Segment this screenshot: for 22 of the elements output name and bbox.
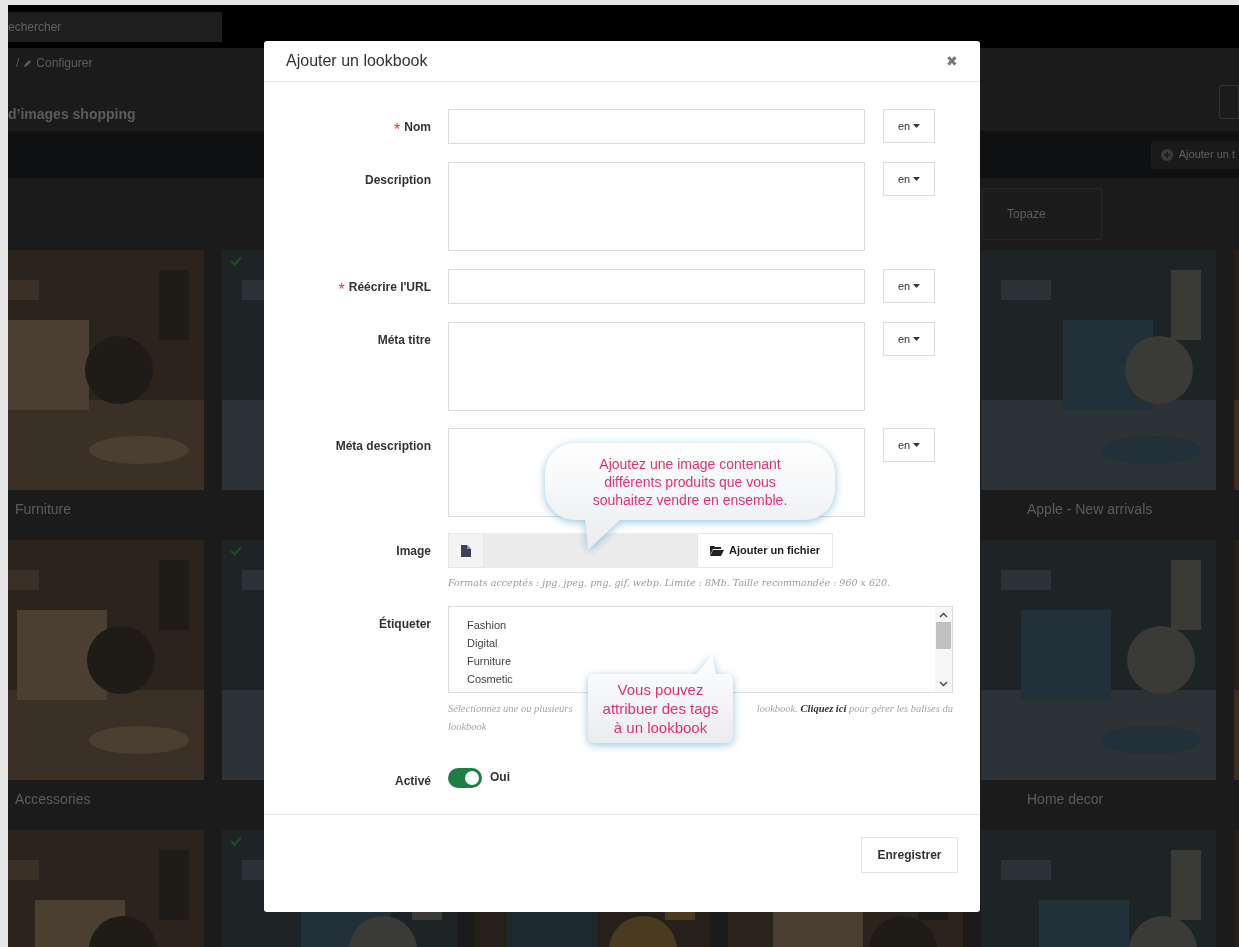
field-label: Description xyxy=(365,172,431,189)
card-title: Furniture xyxy=(14,500,73,519)
breadcrumb-separator: / xyxy=(16,55,20,72)
field-label: Méta titre xyxy=(377,332,431,349)
card-title: Apple - New arrivals xyxy=(1026,500,1154,519)
field-label: Étiqueter xyxy=(379,615,431,634)
field-label: Nom xyxy=(404,119,431,136)
field-label: Méta description xyxy=(335,438,431,455)
page-title: d’images shopping xyxy=(8,105,136,124)
help-text: Formats acceptés : jpg, jpeg, png, gif, webp. Limite : 8Mb. Taille recommandée : 960 x 620. xyxy=(448,576,891,590)
card-title: Accessories xyxy=(14,790,92,809)
required-mark: * xyxy=(338,280,345,300)
field-label: Réécrire l'URL xyxy=(348,279,431,296)
help-text: Sélectionnez une ou plusieurs xyxy=(448,702,573,717)
modal-title: Ajouter un lookbook xyxy=(286,51,428,71)
help-text: lookbook xyxy=(448,720,487,735)
field-label: Activé xyxy=(394,773,431,791)
help-text: lookbook. Cliquez ici pour gérer les balises du xyxy=(756,702,953,717)
field-label: Image xyxy=(396,543,431,560)
toggle-label: Oui xyxy=(490,769,510,787)
card-title: Home decor xyxy=(1026,790,1105,809)
required-mark: * xyxy=(394,120,401,140)
